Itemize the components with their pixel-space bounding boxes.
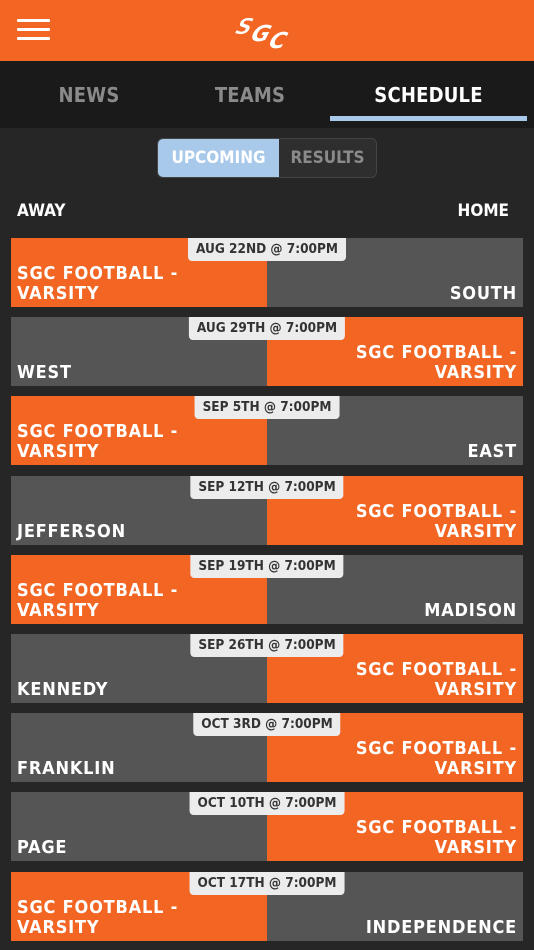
game-date-badge: SEP 19TH @ 7:00PM bbox=[190, 555, 344, 578]
game-date-badge: SEP 5TH @ 7:00PM bbox=[194, 396, 340, 419]
game-date-badge: OCT 3RD @ 7:00PM bbox=[193, 713, 341, 736]
home-team-name: INDEPENDENCE bbox=[365, 917, 517, 938]
active-tab-indicator bbox=[330, 116, 527, 121]
away-column-header: AWAY bbox=[17, 201, 66, 221]
away-team-name: KENNEDY bbox=[17, 679, 109, 700]
away-team-name: SGC FOOTBALL - VARSITY bbox=[17, 421, 179, 462]
home-team-name: MADISON bbox=[424, 600, 517, 621]
away-team-name: PAGE bbox=[17, 837, 68, 858]
game-row[interactable]: WEST SGC FOOTBALL - VARSITY AUG 29TH @ 7… bbox=[11, 317, 523, 386]
tab-teams[interactable]: TEAMS bbox=[178, 61, 322, 128]
away-team-name: FRANKLIN bbox=[17, 758, 116, 779]
game-date-badge: AUG 22ND @ 7:00PM bbox=[188, 238, 346, 261]
game-date-badge: SEP 26TH @ 7:00PM bbox=[190, 634, 344, 657]
top-bar: S G C bbox=[0, 0, 534, 61]
game-date-badge: OCT 10TH @ 7:00PM bbox=[189, 792, 345, 815]
home-team-name: SGC FOOTBALL - VARSITY bbox=[355, 342, 517, 383]
game-row[interactable]: JEFFERSON SGC FOOTBALL - VARSITY SEP 12T… bbox=[11, 476, 523, 545]
game-row[interactable]: SGC FOOTBALL - VARSITY EAST SEP 5TH @ 7:… bbox=[11, 396, 523, 465]
game-date-badge: SEP 12TH @ 7:00PM bbox=[190, 476, 344, 499]
home-team-name: SGC FOOTBALL - VARSITY bbox=[355, 501, 517, 542]
upcoming-button[interactable]: UPCOMING bbox=[158, 139, 279, 177]
game-row[interactable]: KENNEDY SGC FOOTBALL - VARSITY SEP 26TH … bbox=[11, 634, 523, 703]
sgc-logo: S G C bbox=[232, 14, 291, 52]
game-row[interactable]: PAGE SGC FOOTBALL - VARSITY OCT 10TH @ 7… bbox=[11, 792, 523, 861]
game-row[interactable]: SGC FOOTBALL - VARSITY MADISON SEP 19TH … bbox=[11, 555, 523, 624]
away-team-name: SGC FOOTBALL - VARSITY bbox=[17, 263, 179, 304]
home-team-name: SOUTH bbox=[449, 283, 517, 304]
game-date-badge: AUG 29TH @ 7:00PM bbox=[188, 317, 346, 340]
home-team-name: EAST bbox=[467, 441, 517, 462]
game-row[interactable]: SGC FOOTBALL - VARSITY INDEPENDENCE OCT … bbox=[11, 872, 523, 941]
hamburger-menu-icon[interactable] bbox=[17, 19, 50, 41]
away-team-name: WEST bbox=[17, 362, 72, 383]
game-date-badge: OCT 17TH @ 7:00PM bbox=[189, 872, 345, 895]
home-team-name: SGC FOOTBALL - VARSITY bbox=[355, 817, 517, 858]
results-button[interactable]: RESULTS bbox=[279, 139, 376, 177]
tab-news[interactable]: NEWS bbox=[0, 61, 178, 128]
away-team-name: JEFFERSON bbox=[17, 521, 126, 542]
schedule-segment-control: UPCOMING RESULTS bbox=[157, 138, 377, 178]
home-team-name: SGC FOOTBALL - VARSITY bbox=[355, 659, 517, 700]
home-team-name: SGC FOOTBALL - VARSITY bbox=[355, 738, 517, 779]
home-column-header: HOME bbox=[457, 201, 509, 221]
game-row[interactable]: FRANKLIN SGC FOOTBALL - VARSITY OCT 3RD … bbox=[11, 713, 523, 782]
away-team-name: SGC FOOTBALL - VARSITY bbox=[17, 897, 179, 938]
away-team-name: SGC FOOTBALL - VARSITY bbox=[17, 580, 179, 621]
game-row[interactable]: SGC FOOTBALL - VARSITY SOUTH AUG 22ND @ … bbox=[11, 238, 523, 307]
